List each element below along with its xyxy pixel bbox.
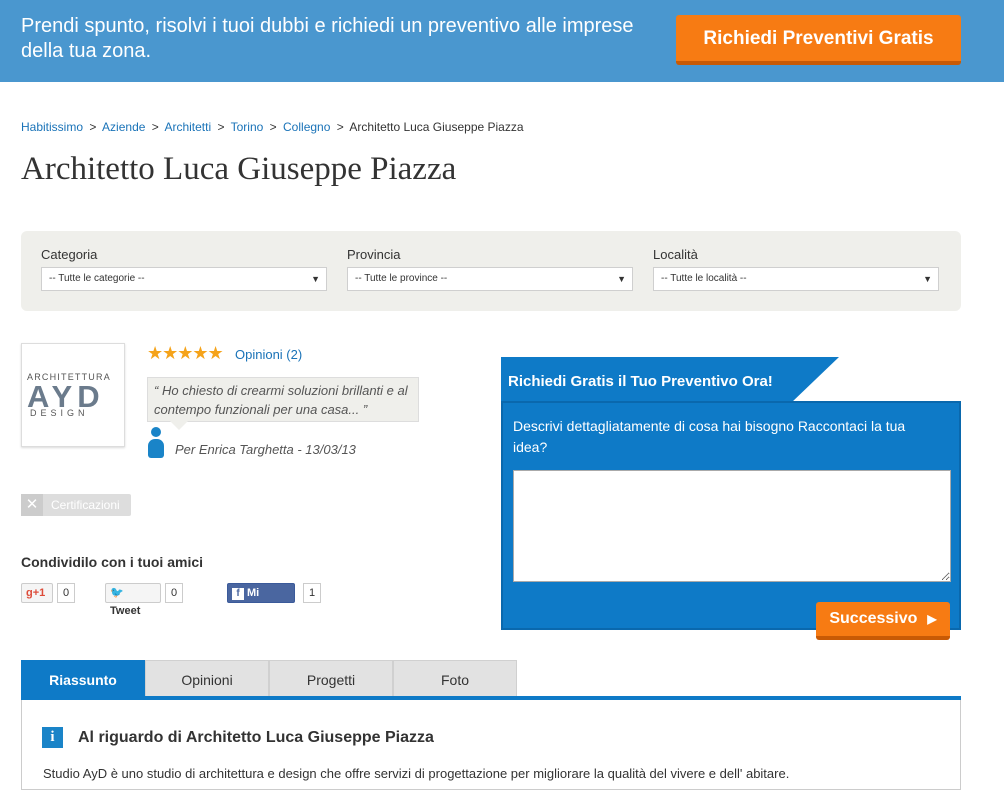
province-select[interactable]: -- Tutte le province -- ▼ [347,267,633,291]
tab-opinioni[interactable]: Opinioni [145,660,269,696]
category-select[interactable]: -- Tutte le categorie -- ▼ [41,267,327,291]
breadcrumb-link-aziende[interactable]: Aziende [102,120,145,134]
breadcrumb-separator: > [269,120,277,134]
breadcrumb-current: Architetto Luca Giuseppe Piazza [349,120,524,134]
breadcrumb-separator: > [151,120,159,134]
category-filter: Categoria -- Tutte le categorie -- ▼ [41,247,327,291]
tab-riassunto[interactable]: Riassunto [21,660,145,696]
project-description-textarea[interactable] [513,470,951,582]
breadcrumb-link-habitissimo[interactable]: Habitissimo [21,120,83,134]
category-selected-value: -- Tutte le categorie -- [49,273,145,284]
breadcrumb-link-torino[interactable]: Torino [231,120,264,134]
quote-form-description: Descrivi dettagliatamente di cosa hai bi… [513,418,906,455]
chevron-right-icon: ▶ [927,612,937,626]
quote-open-mark: “ [154,383,159,398]
tweet-label: Tweet [110,605,141,617]
next-button-label: Successivo [829,610,918,627]
breadcrumb-separator: > [89,120,97,134]
quote-form-title-text: Richiedi Gratis il Tuo Preventivo Ora! [508,373,773,390]
locality-label: Località [653,247,698,262]
profile-tabs: Riassunto Opinioni Progetti Foto [21,660,961,700]
breadcrumb-separator: > [336,120,344,134]
province-label: Provincia [347,247,401,262]
google-plus-count: 0 [57,583,76,603]
info-icon: i [42,727,63,748]
filter-bar: Categoria -- Tutte le categorie -- ▼ Pro… [21,231,961,311]
dropdown-arrow-icon: ▼ [923,274,932,284]
breadcrumb: Habitissimo > Aziende > Architetti > Tor… [21,120,524,134]
request-quotes-button[interactable]: Richiedi Preventivi Gratis [676,15,961,65]
certifications-label: Certificazioni [51,498,120,512]
about-section: i Al riguardo di Architetto Luca Giusepp… [21,700,961,790]
province-selected-value: -- Tutte le province -- [355,273,448,284]
breadcrumb-link-collegno[interactable]: Collegno [283,120,330,134]
locality-select[interactable]: -- Tutte le località -- ▼ [653,267,939,291]
quote-close-mark: ” [362,402,368,417]
review-quote: “ Ho chiesto di crearmi soluzioni brilla… [147,377,419,430]
twitter-bird-icon: 🐦 [110,587,124,599]
tab-progetti[interactable]: Progetti [269,660,393,696]
about-text: Studio AyD è uno studio di architettura … [43,766,790,781]
locality-selected-value: -- Tutte le località -- [661,273,747,284]
about-heading: Al riguardo di Architetto Luca Giuseppe … [78,729,434,746]
tab-foto[interactable]: Foto [393,660,517,696]
close-icon: ✕ [21,494,43,516]
page-title: Architetto Luca Giuseppe Piazza [21,151,457,187]
certifications-badge: ✕ Certificazioni [21,494,131,516]
next-button[interactable]: Successivo ▶ [816,602,950,640]
top-banner: Prendi spunto, risolvi i tuoi dubbi e ri… [0,0,1004,82]
locality-filter: Località -- Tutte le località -- ▼ [653,247,939,291]
breadcrumb-separator: > [217,120,225,134]
opinions-link[interactable]: Opinioni (2) [235,347,302,362]
facebook-icon: f [232,588,244,600]
dropdown-arrow-icon: ▼ [311,274,320,284]
review-author: Per Enrica Targhetta - 13/03/13 [175,442,356,457]
banner-message: Prendi spunto, risolvi i tuoi dubbi e ri… [21,15,634,62]
quote-request-form: Descrivi dettagliatamente di cosa hai bi… [501,401,961,640]
review-quote-text: Ho chiesto di crearmi soluzioni brillant… [154,383,408,417]
share-title: Condividilo con i tuoi amici [21,554,204,570]
quote-form-title: Richiedi Gratis il Tuo Preventivo Ora! [501,357,839,403]
facebook-like-button[interactable]: f Mi piace [227,583,295,617]
logo-line-bottom: DESIGN [30,408,89,418]
facebook-like-count: 1 [303,583,322,603]
user-icon [148,427,164,459]
rating-stars-icon: ★★★★★ [147,343,224,363]
dropdown-arrow-icon: ▼ [617,274,626,284]
google-plus-button[interactable]: g+1 [21,583,53,603]
tweet-button[interactable]: 🐦 Tweet [105,583,161,617]
tweet-count: 0 [165,583,184,603]
breadcrumb-link-architetti[interactable]: Architetti [164,120,211,134]
category-label: Categoria [41,247,98,262]
company-logo: ARCHITETTURA AYD DESIGN [21,343,125,447]
province-filter: Provincia -- Tutte le province -- ▼ [347,247,633,291]
